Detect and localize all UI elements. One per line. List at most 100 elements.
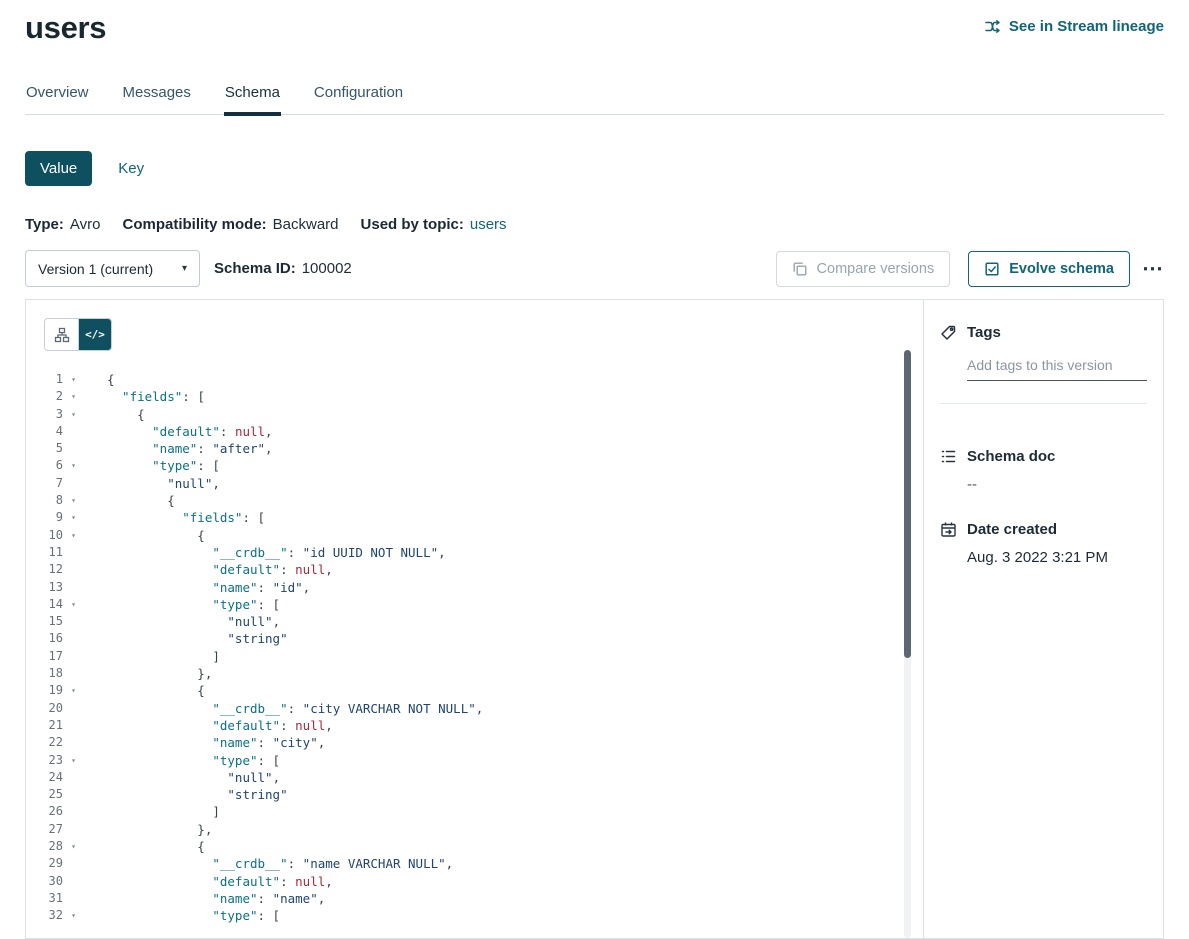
schema-id: Schema ID: 100002 <box>214 260 352 277</box>
code-text: "string" <box>84 630 288 647</box>
stream-lineage-link[interactable]: See in Stream lineage <box>984 18 1164 35</box>
code-line: 22"name": "city", <box>44 734 897 751</box>
date-created-value: Aug. 3 2022 3:21 PM <box>967 549 1147 566</box>
code-line: 4"default": null, <box>44 423 897 440</box>
schema-meta: Type: Avro Compatibility mode: Backward … <box>25 216 1164 233</box>
code-line: 15"null", <box>44 613 897 630</box>
schema-doc-value: -- <box>967 476 1147 493</box>
code-line: 9▾"fields": [ <box>44 509 897 526</box>
code-line: 25"string" <box>44 786 897 803</box>
tab-messages[interactable]: Messages <box>122 84 192 114</box>
scrollbar-thumb[interactable] <box>904 350 911 658</box>
line-number: 29 <box>44 855 63 872</box>
line-number: 10 <box>44 527 63 544</box>
schema-id-label: Schema ID: <box>214 260 296 277</box>
line-number: 18 <box>44 665 63 682</box>
code-line: 30"default": null, <box>44 873 897 890</box>
code-text: "name": "name", <box>84 890 325 907</box>
code-text: "name": "after", <box>84 440 273 457</box>
line-number: 21 <box>44 717 63 734</box>
code-line: 1▾{ <box>44 371 897 388</box>
line-number: 28 <box>44 838 63 855</box>
date-created-header: Date created <box>940 521 1147 538</box>
schema-doc-section: Schema doc -- <box>940 448 1147 493</box>
code-text: "fields": [ <box>84 509 265 526</box>
line-number: 23 <box>44 752 63 769</box>
schema-doc-header: Schema doc <box>940 448 1147 465</box>
line-number: 7 <box>44 475 63 492</box>
code-text: { <box>84 371 115 388</box>
used-by-topic-label: Used by topic: <box>361 216 464 233</box>
line-number: 25 <box>44 786 63 803</box>
code-text: "__crdb__": "name VARCHAR NULL", <box>84 855 453 872</box>
code-line: 7"null", <box>44 475 897 492</box>
schema-panel: </> 1▾{2▾"fields": [3▾{4"default": null,… <box>25 299 1164 939</box>
compare-versions-button[interactable]: Compare versions <box>776 251 951 287</box>
line-number: 16 <box>44 630 63 647</box>
code-text: "default": null, <box>84 561 333 578</box>
code-view-icon: </> <box>85 328 105 341</box>
tree-view-button[interactable] <box>45 319 78 350</box>
schema-sidebar: Tags Schema doc -- <box>923 300 1163 938</box>
code-view-button[interactable]: </> <box>78 319 111 350</box>
fold-toggle-icon[interactable]: ▾ <box>63 492 84 509</box>
tab-schema[interactable]: Schema <box>224 84 281 114</box>
line-number: 3 <box>44 406 63 423</box>
code-line: 2▾"fields": [ <box>44 388 897 405</box>
editor-scrollbar <box>904 350 911 938</box>
code-text: "__crdb__": "city VARCHAR NOT NULL", <box>84 700 483 717</box>
line-number: 30 <box>44 873 63 890</box>
code-line: 8▾{ <box>44 492 897 509</box>
line-number: 11 <box>44 544 63 561</box>
fold-toggle-icon[interactable]: ▾ <box>63 682 84 699</box>
sidebar-divider <box>940 403 1147 404</box>
code-text: "null", <box>84 613 280 630</box>
line-number: 1 <box>44 371 63 388</box>
tag-icon <box>940 324 957 341</box>
code-line: 21"default": null, <box>44 717 897 734</box>
evolve-schema-icon <box>984 261 1000 277</box>
line-number: 27 <box>44 821 63 838</box>
fold-toggle-icon[interactable]: ▾ <box>63 596 84 613</box>
tab-overview[interactable]: Overview <box>25 84 90 114</box>
code-text: { <box>84 527 205 544</box>
tree-view-icon <box>54 327 70 343</box>
code-text: "type": [ <box>84 457 220 474</box>
compare-versions-icon <box>792 261 808 277</box>
fold-toggle-icon[interactable]: ▾ <box>63 527 84 544</box>
topic-link[interactable]: users <box>470 216 507 233</box>
code-line: 16 "string" <box>44 630 897 647</box>
code-line: 20"__crdb__": "city VARCHAR NOT NULL", <box>44 700 897 717</box>
version-select[interactable]: Version 1 (current) ▾ <box>25 250 200 287</box>
line-number: 6 <box>44 457 63 474</box>
more-options-button[interactable]: ⋯ <box>1142 258 1164 279</box>
code-line: 23▾"type": [ <box>44 752 897 769</box>
line-number: 14 <box>44 596 63 613</box>
tab-bar: Overview Messages Schema Configuration <box>25 84 1164 115</box>
fold-toggle-icon[interactable]: ▾ <box>63 509 84 526</box>
line-number: 17 <box>44 648 63 665</box>
fold-toggle-icon[interactable]: ▾ <box>63 752 84 769</box>
code-text: "name": "city", <box>84 734 325 751</box>
fold-toggle-icon[interactable]: ▾ <box>63 457 84 474</box>
code-line: 6▾"type": [ <box>44 457 897 474</box>
line-number: 31 <box>44 890 63 907</box>
code-line: 17] <box>44 648 897 665</box>
date-created-title: Date created <box>967 521 1057 538</box>
fold-toggle-icon[interactable]: ▾ <box>63 406 84 423</box>
value-toggle-button[interactable]: Value <box>25 151 92 186</box>
key-toggle-button[interactable]: Key <box>112 151 150 186</box>
tab-configuration[interactable]: Configuration <box>313 84 404 114</box>
code-line: 11"__crdb__": "id UUID NOT NULL", <box>44 544 897 561</box>
page-title: users <box>25 10 106 46</box>
code-text: "null", <box>84 769 280 786</box>
tags-input[interactable] <box>967 357 1147 381</box>
evolve-schema-button[interactable]: Evolve schema <box>968 251 1130 287</box>
code-line: 5"name": "after", <box>44 440 897 457</box>
line-number: 4 <box>44 423 63 440</box>
fold-toggle-icon[interactable]: ▾ <box>63 838 84 855</box>
fold-toggle-icon[interactable]: ▾ <box>63 388 84 405</box>
code-line: 24 "null", <box>44 769 897 786</box>
line-number: 24 <box>44 769 63 786</box>
fold-toggle-icon[interactable]: ▾ <box>63 371 84 388</box>
